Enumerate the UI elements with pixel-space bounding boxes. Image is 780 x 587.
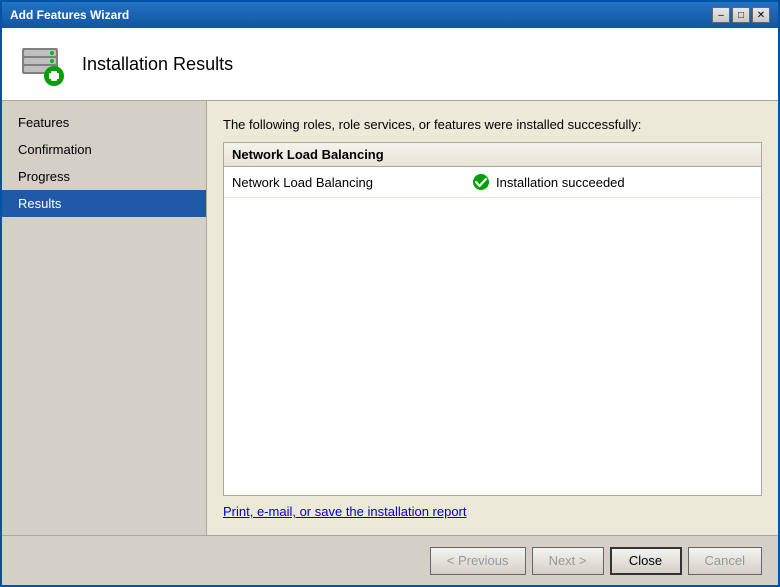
window: Add Features Wizard – □ ✕ xyxy=(0,0,780,587)
sidebar-item-results[interactable]: Results xyxy=(2,190,206,217)
feature-status: Installation succeeded xyxy=(472,173,753,191)
title-bar-left: Add Features Wizard xyxy=(10,8,129,22)
minimize-button[interactable]: – xyxy=(712,7,730,23)
sidebar-item-progress[interactable]: Progress xyxy=(2,163,206,190)
previous-button[interactable]: < Previous xyxy=(430,547,526,575)
column-status-header xyxy=(472,147,753,162)
report-link[interactable]: Print, e-mail, or save the installation … xyxy=(223,504,762,519)
footer: < Previous Next > Close Cancel xyxy=(2,535,778,585)
main-description: The following roles, role services, or f… xyxy=(223,117,762,132)
sidebar-item-features[interactable]: Features xyxy=(2,109,206,136)
success-icon xyxy=(472,173,490,191)
sidebar-item-confirmation[interactable]: Confirmation xyxy=(2,136,206,163)
header-icon xyxy=(18,40,66,88)
title-bar-buttons: – □ ✕ xyxy=(712,7,770,23)
close-button[interactable]: Close xyxy=(610,547,682,575)
feature-name: Network Load Balancing xyxy=(232,175,472,190)
results-table-header: Network Load Balancing xyxy=(224,143,761,167)
column-feature-header: Network Load Balancing xyxy=(232,147,472,162)
header-title: Installation Results xyxy=(82,54,233,75)
close-window-button[interactable]: ✕ xyxy=(752,7,770,23)
title-bar-text: Add Features Wizard xyxy=(10,8,129,22)
status-text: Installation succeeded xyxy=(496,175,625,190)
header-section: Installation Results xyxy=(2,28,778,101)
table-row: Network Load Balancing Installation succ… xyxy=(224,167,761,198)
next-button[interactable]: Next > xyxy=(532,547,604,575)
title-bar: Add Features Wizard – □ ✕ xyxy=(2,2,778,28)
maximize-button[interactable]: □ xyxy=(732,7,750,23)
content-area: Features Confirmation Progress Results T… xyxy=(2,101,778,535)
main-content: The following roles, role services, or f… xyxy=(207,101,778,535)
results-table: Network Load Balancing Network Load Bala… xyxy=(223,142,762,496)
cancel-button[interactable]: Cancel xyxy=(688,547,762,575)
sidebar: Features Confirmation Progress Results xyxy=(2,101,207,535)
